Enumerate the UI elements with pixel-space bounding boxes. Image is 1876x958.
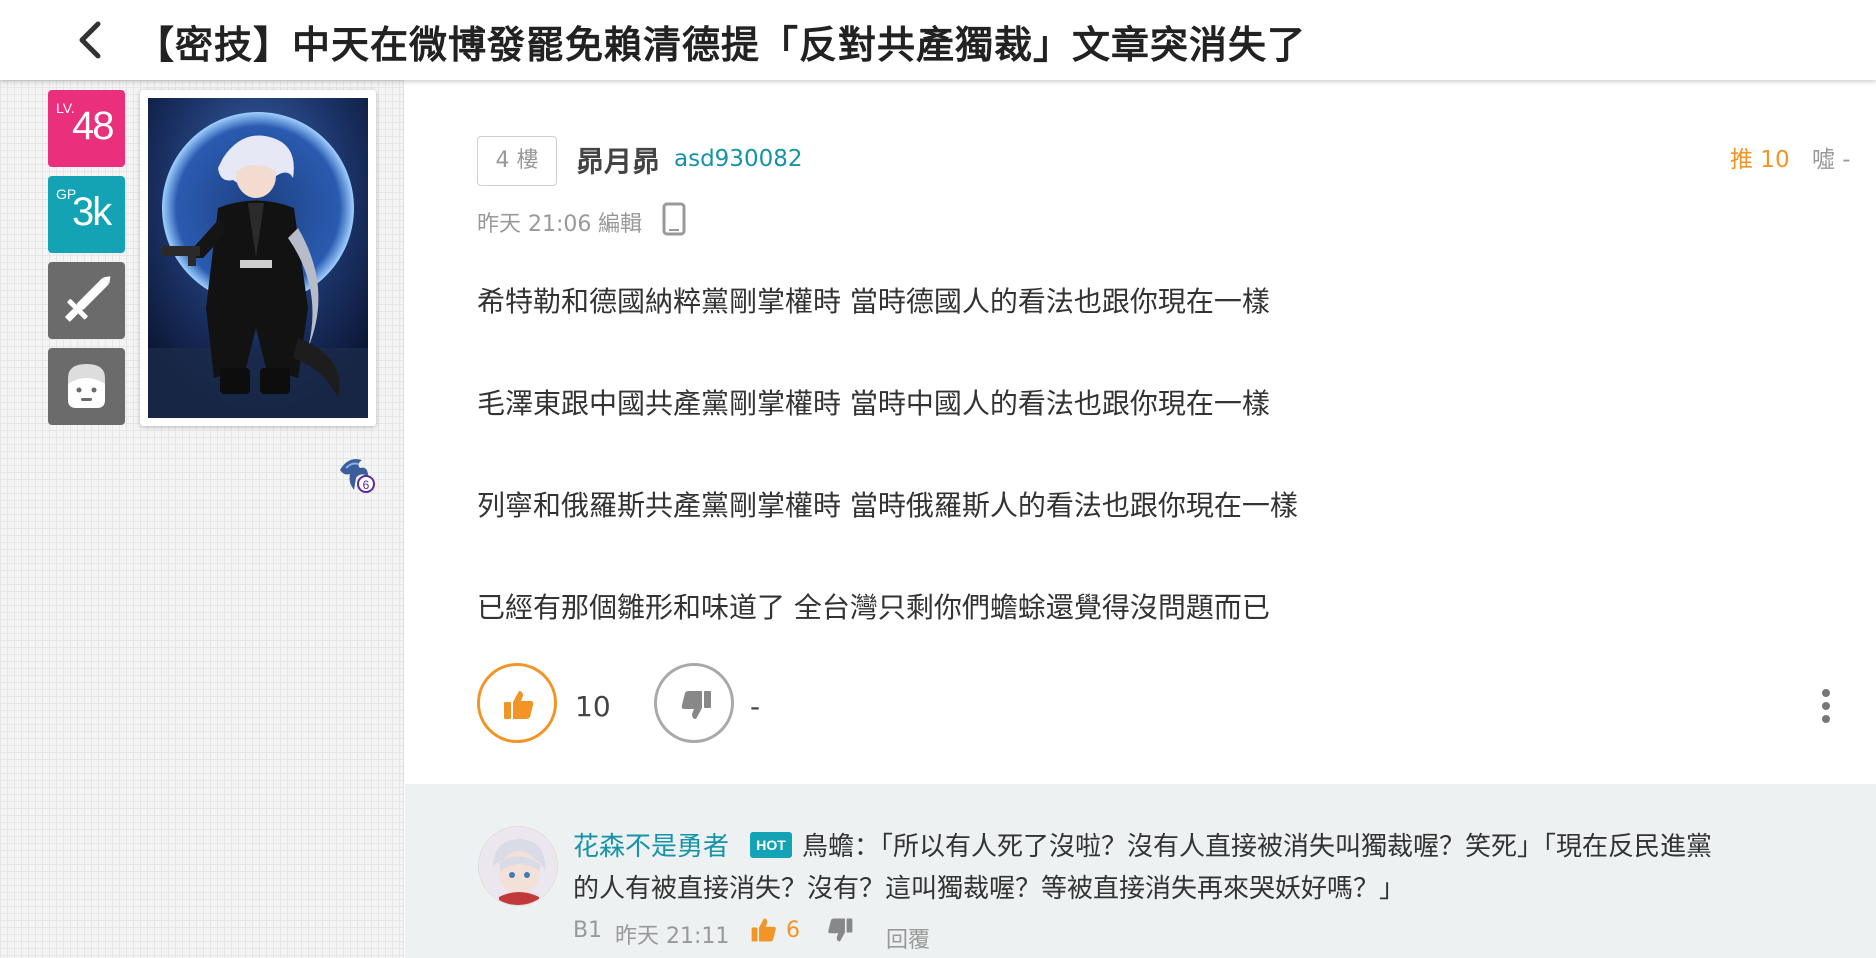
dislike-button[interactable] xyxy=(654,663,734,743)
comment-dislike-button[interactable] xyxy=(826,916,854,948)
reply-link[interactable]: 回覆 xyxy=(886,922,930,954)
gp-badge[interactable]: GP 3k xyxy=(48,176,125,253)
back-button[interactable] xyxy=(70,18,110,62)
thumbs-up-icon xyxy=(504,691,534,719)
guild-icon[interactable]: 6 xyxy=(334,452,376,498)
comment-like-button[interactable] xyxy=(750,916,778,948)
thumbs-down-icon xyxy=(828,918,853,942)
author-name[interactable]: 昴月昴 xyxy=(576,140,660,180)
like-count: 10 xyxy=(575,690,611,723)
post-time: 昨天 21:06 xyxy=(477,212,592,237)
hot-badge: HOT xyxy=(750,832,792,858)
post-edited-label[interactable]: 編輯 xyxy=(598,206,642,238)
comment-text-line: 的人有被直接消失？沒有？這叫獨裁喔？等被直接消失再來哭妖好嗎？」 xyxy=(573,874,1406,904)
dislike-count: - xyxy=(750,690,761,723)
post-content-line: 毛澤東跟中國共產黨剛掌權時 當時中國人的看法也跟你現在一樣 xyxy=(477,387,1270,420)
post-content-line: 希特勒和德國納粹黨剛掌權時 當時德國人的看法也跟你現在一樣 xyxy=(477,285,1270,318)
post-content-line: 已經有那個雛形和味道了 全台灣只剩你們蟾蜍還覺得沒問題而已 xyxy=(477,591,1270,624)
boo-count: 噓 - xyxy=(1812,147,1851,173)
push-count: 推 10 xyxy=(1730,147,1790,173)
more-vertical-icon xyxy=(1822,689,1830,723)
character-avatar xyxy=(148,98,368,418)
like-button[interactable] xyxy=(477,663,557,743)
author-id[interactable]: asd930082 xyxy=(674,146,802,172)
commenter-avatar[interactable] xyxy=(478,826,558,906)
face-icon xyxy=(68,364,105,408)
comment-text-line: 鳥蟾：「所以有人死了沒啦？沒有人直接被消失叫獨裁喔？笑死」「現在反民進黨 xyxy=(802,832,1713,862)
top-bar: 【密技】中天在微博發罷免賴清德提「反對共產獨裁」文章突消失了 xyxy=(0,0,1876,80)
thumbs-up-icon xyxy=(751,918,776,942)
sword-icon xyxy=(65,276,111,322)
author-avatar-card[interactable] xyxy=(140,90,376,426)
commenter-name[interactable]: 花森不是勇者 xyxy=(573,826,729,863)
gp-value: 3k xyxy=(72,190,112,234)
thumbs-down-icon xyxy=(681,691,711,719)
back-arrow-icon xyxy=(79,21,101,59)
post-content-line: 列寧和俄羅斯共產黨剛掌權時 當時俄羅斯人的看法也跟你現在一樣 xyxy=(477,489,1298,522)
comment-like-count: 6 xyxy=(786,918,800,943)
page-title: 【密技】中天在微博發罷免賴清德提「反對共產獨裁」文章突消失了 xyxy=(136,23,1307,67)
level-value: 48 xyxy=(72,104,114,148)
guild-badge-number: 6 xyxy=(363,478,370,492)
comment-floor: B1 xyxy=(573,918,603,943)
author-sidebar: LV. 48 GP 3k 6 xyxy=(0,80,404,958)
comment-time: 昨天 21:11 xyxy=(615,924,730,949)
mobile-icon xyxy=(662,202,686,240)
race-badge[interactable] xyxy=(48,348,125,425)
level-badge[interactable]: LV. 48 xyxy=(48,90,125,167)
career-badge[interactable] xyxy=(48,262,125,339)
floor-number[interactable]: 4 樓 xyxy=(477,136,557,186)
more-options-button[interactable] xyxy=(1814,686,1838,726)
